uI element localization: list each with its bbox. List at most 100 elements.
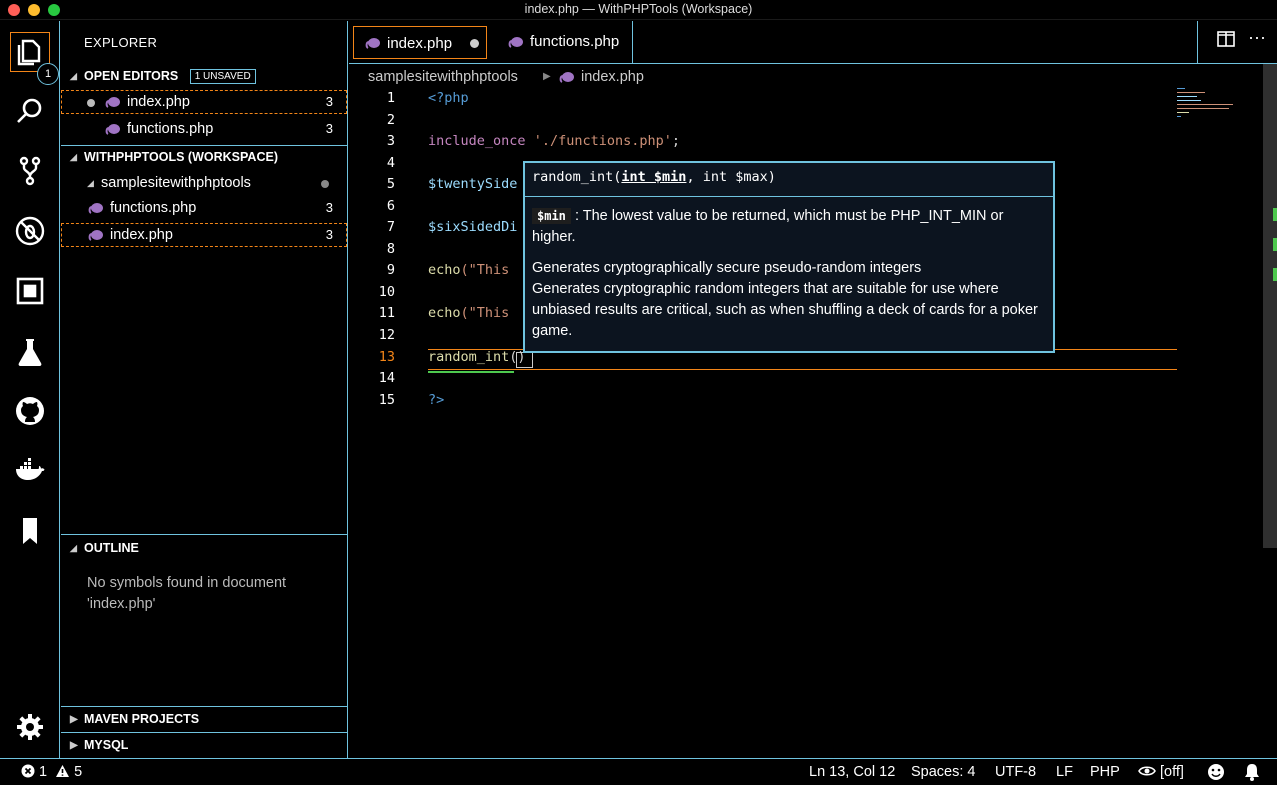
workspace-title: WITHPHPTOOLS (WORKSPACE): [84, 150, 278, 164]
bookmarks-activity-button[interactable]: [10, 511, 50, 551]
unsaved-dot-icon[interactable]: [470, 39, 479, 48]
workspace-header[interactable]: ◢ WITHPHPTOOLS (WORKSPACE): [61, 145, 347, 167]
function-description: Generates cryptographic random integers …: [532, 281, 1038, 339]
function-summary: Generates cryptographically secure pseud…: [532, 260, 922, 276]
search-activity-button[interactable]: [10, 91, 50, 131]
error-count: 1: [39, 764, 48, 780]
line-number: 9: [386, 262, 395, 278]
outline-header[interactable]: ◢ OUTLINE: [61, 534, 347, 560]
docker-icon: [16, 458, 45, 480]
activity-bar: 1: [0, 21, 60, 758]
open-editor-label: index.php: [127, 94, 190, 110]
code-line-11: echo("This: [428, 305, 509, 321]
debug-activity-button[interactable]: [10, 211, 50, 251]
bookmark-icon: [23, 518, 37, 544]
docker-activity-button[interactable]: [10, 451, 50, 491]
encoding[interactable]: UTF-8: [995, 764, 1036, 780]
scroll-marker: [1273, 208, 1277, 221]
search-icon: [17, 98, 42, 123]
status-bar: 1 5 Ln 13, Col 12 Spaces: 4 UTF-8 LF PHP…: [0, 758, 1277, 785]
sidebar-title: EXPLORER: [84, 35, 158, 50]
function-name: echo: [428, 262, 461, 278]
param-doc: $min : The lowest value to be returned, …: [532, 206, 1047, 248]
language-mode[interactable]: PHP: [1090, 764, 1120, 780]
explorer-sidebar: EXPLORER ◢ OPEN EDITORS 1 UNSAVED index.…: [61, 21, 348, 758]
line-ending[interactable]: LF: [1056, 764, 1073, 780]
open-editor-item-functions[interactable]: functions.php 3: [61, 117, 347, 141]
tab-label: functions.php: [530, 33, 620, 50]
function-name: random_int: [428, 349, 510, 365]
preview-toggle[interactable]: [off]: [1138, 764, 1184, 780]
error-icon: [21, 764, 35, 778]
tab-label: index.php: [387, 35, 453, 52]
keyword: include_once: [428, 133, 526, 149]
signature-help-popup: random_int(int $min, int $max) $min : Th…: [523, 161, 1055, 353]
open-editor-item-index[interactable]: index.php 3: [61, 90, 347, 114]
folder-item[interactable]: ◢ samplesitewithphptools: [61, 171, 347, 195]
caret-right-icon: ▶: [70, 714, 78, 725]
tab-functions-php[interactable]: functions.php: [491, 21, 633, 63]
split-editor-icon[interactable]: [1217, 31, 1235, 52]
github-icon: [16, 397, 44, 425]
line-number: 15: [378, 392, 395, 408]
more-actions-icon[interactable]: ···: [1248, 27, 1266, 48]
scroll-marker: [1273, 268, 1277, 281]
test-activity-button[interactable]: [10, 332, 50, 372]
line-number: 7: [386, 219, 395, 235]
php-elephant-icon: [88, 203, 103, 214]
file-item-functions[interactable]: functions.php 3: [61, 196, 347, 220]
mysql-header[interactable]: ▶ MYSQL: [61, 732, 347, 757]
php-elephant-icon: [365, 38, 380, 49]
problems-indicator[interactable]: 1 5: [21, 764, 82, 780]
file-label: index.php: [110, 227, 173, 243]
indentation[interactable]: Spaces: 4: [911, 764, 976, 780]
tab-index-php[interactable]: index.php: [353, 26, 487, 59]
breadcrumb-file[interactable]: index.php: [581, 67, 644, 87]
warning-icon: [56, 765, 70, 777]
caret-down-icon: ◢: [87, 178, 94, 188]
notifications-bell-icon[interactable]: [1244, 763, 1260, 785]
manage-activity-button[interactable]: [10, 707, 50, 747]
breadcrumb-folder[interactable]: samplesitewithphptools: [368, 67, 518, 87]
caret-down-icon: ◢: [70, 543, 77, 553]
line-number: 5: [386, 176, 395, 192]
eye-icon: [1138, 766, 1156, 776]
explorer-activity-button[interactable]: 1: [10, 32, 59, 85]
scroll-marker: [1273, 238, 1277, 251]
minimap[interactable]: [1177, 88, 1237, 128]
outline-title: OUTLINE: [84, 541, 139, 555]
extensions-icon: [16, 277, 44, 305]
param-desc: : The lowest value to be returned, which…: [532, 208, 1004, 245]
feedback-smiley-icon[interactable]: [1207, 763, 1225, 785]
param-name: $min: [532, 208, 571, 224]
signature-function: random_int(: [532, 169, 622, 185]
file-item-index[interactable]: index.php 3: [61, 223, 347, 247]
line-number: 1: [386, 90, 395, 106]
code-line-13: random_int(): [428, 349, 526, 365]
unsaved-badge: 1 UNSAVED: [189, 69, 256, 84]
cursor-position[interactable]: Ln 13, Col 12: [809, 764, 895, 780]
open-editors-header[interactable]: ◢ OPEN EDITORS 1 UNSAVED: [61, 65, 347, 87]
php-elephant-icon: [559, 72, 574, 83]
open-editor-label: functions.php: [127, 121, 214, 137]
php-elephant-icon: [105, 97, 120, 108]
problem-count: 3: [325, 121, 333, 136]
vertical-scrollbar[interactable]: [1263, 64, 1277, 548]
source-control-activity-button[interactable]: [10, 151, 50, 191]
string: './functions.php': [533, 133, 672, 149]
string: ("This: [460, 262, 510, 278]
code-line-1: <?php: [428, 90, 469, 106]
signature-rest: , int $max): [686, 169, 776, 185]
explorer-badge: 1: [37, 63, 59, 85]
signature-docs: $min : The lowest value to be returned, …: [532, 206, 1047, 342]
unsaved-dot-icon[interactable]: [87, 99, 95, 107]
editor-actions: ···: [1197, 21, 1277, 63]
window-title: index.php — WithPHPTools (Workspace): [524, 2, 753, 16]
open-editors-title: OPEN EDITORS: [84, 69, 179, 83]
maven-projects-header[interactable]: ▶ MAVEN PROJECTS: [61, 706, 347, 731]
line-number: 12: [378, 327, 395, 343]
editor-tab-bar: index.php functions.php ···: [349, 21, 1277, 64]
extensions-activity-button[interactable]: [10, 271, 50, 311]
github-activity-button[interactable]: [10, 391, 50, 431]
source-control-icon: [19, 156, 41, 186]
